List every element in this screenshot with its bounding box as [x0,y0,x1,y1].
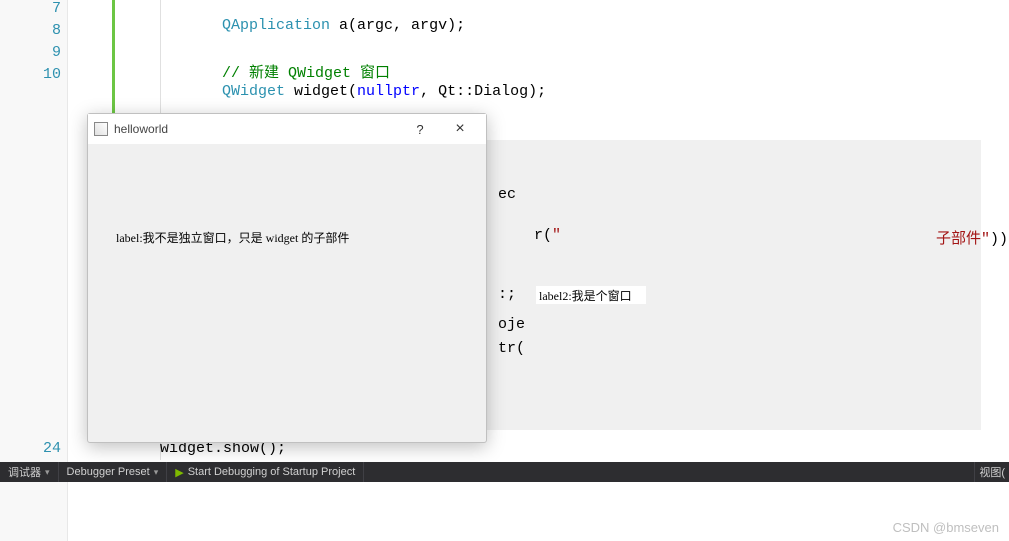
watermark: CSDN @bmseven [893,520,999,535]
code-shade [484,140,981,430]
window-icon [94,122,108,136]
label1: label:我不是独立窗口，只是 widget 的子部件 [116,229,349,246]
helloworld-window[interactable]: helloworld ? × label:我不是独立窗口，只是 widget 的… [87,113,487,443]
code-fragment: :; [498,286,516,303]
code-fragment: r(" [498,210,561,261]
line-number: 8 [1,22,61,39]
window-title: helloworld [114,122,168,136]
window-body: label:我不是独立窗口，只是 widget 的子部件 [88,144,486,442]
help-button[interactable]: ? [400,115,440,143]
label2-window[interactable]: label2:我是个窗口 [536,286,646,304]
line-number: 24 [1,440,61,457]
code-line: QWidget widget(nullptr, Qt::Dialog); [186,66,546,117]
view-menu[interactable]: 视图( [974,462,1009,482]
play-icon: ▶ [175,466,183,479]
status-bar: 调试器▾ Debugger Preset▾ ▶ Start Debugging … [0,462,1009,482]
code-fragment: 子部件")); [900,210,1009,265]
line-number: 10 [1,66,61,83]
line-number: 7 [1,0,61,17]
start-debugging-button[interactable]: ▶ Start Debugging of Startup Project [167,462,364,482]
code-fragment: tr( [498,340,525,357]
label2-text: label2:我是个窗口 [539,289,632,303]
line-number: 9 [1,44,61,61]
code-fragment: ec [498,186,516,203]
code-fragment: oje [498,316,525,333]
close-button[interactable]: × [440,115,480,143]
debugger-dropdown[interactable]: 调试器▾ [0,462,59,482]
preset-dropdown[interactable]: Debugger Preset▾ [59,462,168,482]
titlebar[interactable]: helloworld ? × [88,114,486,144]
line-number-gutter: 7 8 9 10 24 [0,0,68,541]
